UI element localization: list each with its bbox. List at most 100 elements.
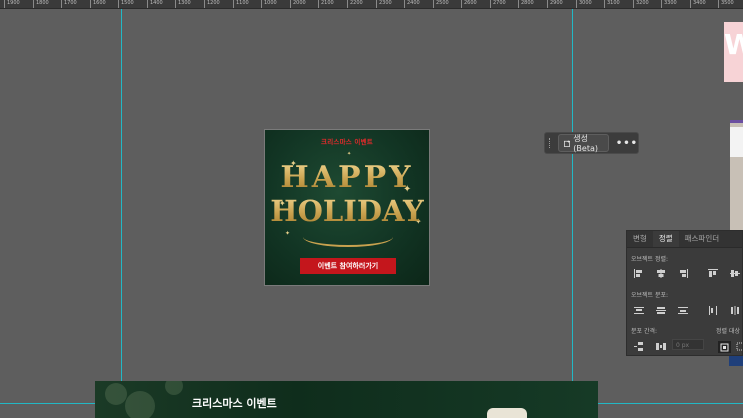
ruler-tick: 3200 [633, 0, 649, 8]
ruler-tick-label: 1500 [121, 0, 134, 6]
sparkle-icon: ✦ [285, 230, 291, 237]
horizontal-distribute-space-icon[interactable] [655, 341, 667, 351]
align-to-artboard-icon[interactable] [735, 341, 743, 351]
ruler-tick: 2300 [376, 0, 392, 8]
ruler-tick: 2600 [461, 0, 477, 8]
ruler-tick: 2400 [404, 0, 420, 8]
align-vertical-center-icon[interactable] [729, 268, 741, 278]
ruler-tick-label: 2500 [436, 0, 449, 6]
ruler-tick-label: 1900 [7, 0, 20, 6]
generate-icon [563, 139, 570, 147]
ruler-tick: 1000 [261, 0, 277, 8]
distribute-vertical-center-icon[interactable] [655, 305, 667, 315]
distribute-spacing-input[interactable]: 0 px [672, 339, 704, 350]
ruler-tick-label: 3400 [693, 0, 706, 6]
ruler-tick-label: 2000 [293, 0, 306, 6]
generate-beta-label: 생성(Beta) [573, 134, 598, 153]
distribute-spacing-label: 분포 간격: [631, 328, 658, 335]
side-artboard-content [730, 127, 743, 157]
partial-letter-w: W [724, 28, 743, 61]
align-left-icon[interactable] [633, 268, 645, 278]
ruler-tick: 1200 [204, 0, 220, 8]
ruler-tick: 1500 [118, 0, 134, 8]
ruler-tick-label: 2400 [407, 0, 420, 6]
ruler-tick-label: 3300 [664, 0, 677, 6]
bokeh-light [125, 391, 155, 418]
align-panel: 변형 정렬 패스파인더 오브젝트 정렬: 오브젝트 분포: 분포 간격: 정렬 … [626, 230, 743, 356]
ruler-tick-label: 2200 [350, 0, 363, 6]
ruler-tick-label: 2800 [521, 0, 534, 6]
side-artboard-partial[interactable] [730, 120, 743, 233]
bokeh-light [105, 383, 127, 405]
vertical-guide[interactable] [121, 9, 122, 418]
ruler-tick-label: 3500 [721, 0, 734, 6]
ruler-tick: 2000 [290, 0, 306, 8]
ruler-tick: 1600 [90, 0, 106, 8]
ruler-tick: 1100 [233, 0, 249, 8]
ruler-tick: 1900 [4, 0, 20, 8]
ruler-tick: 3000 [576, 0, 592, 8]
generate-beta-button[interactable]: 생성(Beta) [557, 134, 609, 153]
distribute-bottom-icon[interactable] [677, 305, 689, 315]
ruler-tick-label: 1800 [36, 0, 49, 6]
gold-swash-decoration [303, 227, 393, 247]
ruler-tick-label: 2600 [464, 0, 477, 6]
ruler-tick: 3100 [604, 0, 620, 8]
happy-headline: HAPPY [265, 160, 429, 195]
vertical-distribute-space-icon[interactable] [633, 341, 645, 351]
ruler-tick: 2800 [518, 0, 534, 8]
ruler-tick: 2500 [433, 0, 449, 8]
ruler-tick-label: 1200 [207, 0, 220, 6]
ruler-tick: 2100 [318, 0, 334, 8]
ruler-tick: 1400 [147, 0, 163, 8]
event-join-button[interactable]: 이벤트 참여하러가기 [300, 258, 396, 274]
distribute-left-icon[interactable] [707, 305, 719, 315]
ruler-tick-label: 1000 [264, 0, 277, 6]
ruler-tick: 2200 [347, 0, 363, 8]
ruler-tick: 3500 [718, 0, 734, 8]
tab-transform[interactable]: 변형 [627, 231, 653, 247]
holiday-headline: HOLIDAY [265, 194, 429, 228]
contextual-task-bar: 생성(Beta) ••• [544, 132, 639, 154]
align-objects-row [633, 268, 741, 278]
distribute-top-icon[interactable] [633, 305, 645, 315]
ruler-tick: 1800 [33, 0, 49, 8]
ruler-tick-label: 2700 [493, 0, 506, 6]
sparkle-icon: ✦ [347, 151, 352, 157]
pink-artboard-partial[interactable]: W [724, 22, 743, 82]
tab-pathfinder[interactable]: 패스파인더 [679, 231, 726, 247]
ruler-tick: 1300 [175, 0, 191, 8]
ruler-tick-label: 3100 [607, 0, 620, 6]
ruler-tick-label: 2900 [550, 0, 563, 6]
align-top-icon[interactable] [707, 268, 719, 278]
distribute-objects-row [633, 305, 741, 315]
more-icon[interactable]: ••• [616, 138, 638, 149]
align-horizontal-center-icon[interactable] [655, 268, 667, 278]
align-right-icon[interactable] [677, 268, 689, 278]
gift-illustration [487, 408, 527, 418]
align-to-label: 정렬 대상 [716, 328, 740, 335]
happy-holiday-artboard[interactable]: 크리스마스 이벤트 ✦ ✦ ✦ ✦ ✦ ✦ HAPPY HOLIDAY 이벤트 … [264, 129, 430, 286]
ruler-tick: 2900 [547, 0, 563, 8]
ruler-tick-label: 1100 [236, 0, 249, 6]
christmas-event-banner-artboard[interactable]: 크리스마스 이벤트 [95, 381, 598, 418]
distribute-horizontal-center-icon[interactable] [729, 305, 741, 315]
event-kicker-text: 크리스마스 이벤트 [321, 138, 373, 146]
align-to-selection-icon[interactable] [718, 341, 731, 353]
vertical-guide[interactable] [572, 9, 573, 418]
tab-align[interactable]: 정렬 [652, 231, 679, 247]
banner-title: 크리스마스 이벤트 [192, 397, 277, 410]
align-objects-label: 오브젝트 정렬: [631, 256, 669, 263]
ruler-tick-label: 1300 [178, 0, 191, 6]
drag-handle-icon[interactable] [549, 138, 552, 148]
ruler-tick: 3300 [661, 0, 677, 8]
panel-tabs: 변형 정렬 패스파인더 [627, 231, 742, 248]
distribute-objects-label: 오브젝트 분포: [631, 292, 669, 299]
distribute-spacing-row [633, 341, 667, 351]
ruler-tick: 2700 [490, 0, 506, 8]
horizontal-ruler[interactable]: 1900 1800 1700 1600 1500 1400 1300 1200 1100 1000… [0, 0, 743, 9]
ruler-tick-label: 3200 [636, 0, 649, 6]
bokeh-light [165, 381, 183, 395]
ruler-tick-label: 3000 [579, 0, 592, 6]
blue-artboard-partial[interactable] [729, 356, 743, 366]
